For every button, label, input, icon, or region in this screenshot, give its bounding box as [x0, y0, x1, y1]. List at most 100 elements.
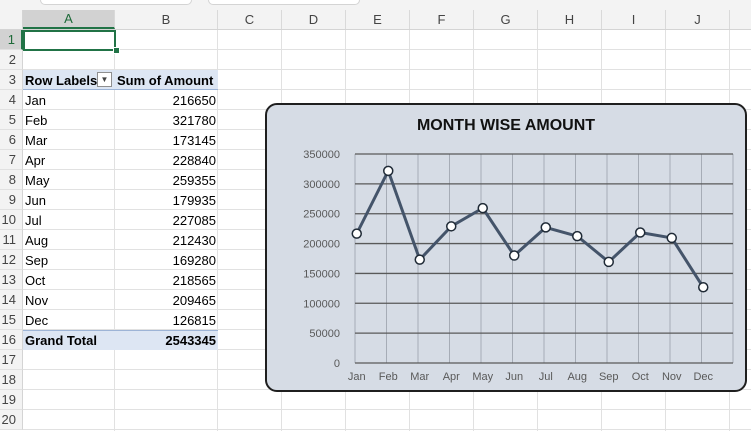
row-labels-filter-button[interactable]: ▼: [97, 72, 112, 87]
pivot-row-label[interactable]: Dec: [25, 310, 48, 330]
row-header-20[interactable]: 20: [0, 410, 23, 430]
row-header-17[interactable]: 17: [0, 350, 23, 370]
pivot-row-value[interactable]: 216650: [117, 90, 216, 110]
chart-data-point: [351, 228, 362, 239]
column-header-h[interactable]: H: [538, 10, 602, 29]
pivot-row-label[interactable]: Jul: [25, 210, 42, 230]
pivot-row-label[interactable]: Mar: [25, 130, 47, 150]
row-header-6[interactable]: 6: [0, 130, 23, 150]
pivot-row-value[interactable]: 126815: [117, 310, 216, 330]
gridline-horizontal: [23, 49, 751, 50]
y-axis-tick-label: 150000: [303, 268, 340, 280]
sheet-tab-edge: [40, 0, 192, 5]
line-chart[interactable]: MONTH WISE AMOUNT 350000 300000 250000 2000…: [265, 103, 747, 392]
pivot-row-value[interactable]: 228840: [117, 150, 216, 170]
row-header-14[interactable]: 14: [0, 290, 23, 310]
pivot-row-labels-header[interactable]: Row Labels: [25, 70, 97, 90]
chart-data-point: [698, 282, 709, 293]
column-header-b[interactable]: B: [115, 10, 218, 29]
chart-data-point: [477, 202, 488, 214]
row-header-13[interactable]: 13: [0, 270, 23, 290]
row-header-15[interactable]: 15: [0, 310, 23, 330]
chart-data-point: [603, 256, 614, 268]
chart-data-point: [540, 222, 551, 233]
column-header-e[interactable]: E: [346, 10, 410, 29]
sheet-tab-edge: [208, 0, 360, 5]
column-header-d[interactable]: D: [282, 10, 346, 29]
pivot-row-value[interactable]: 212430: [117, 230, 216, 250]
pivot-row-value[interactable]: 173145: [117, 130, 216, 150]
row-header-12[interactable]: 12: [0, 250, 23, 270]
column-header-g[interactable]: G: [474, 10, 538, 29]
pivot-row-label[interactable]: Oct: [25, 270, 45, 290]
x-axis-tick-label: Mar: [410, 371, 429, 383]
pivot-row-value[interactable]: 321780: [117, 110, 216, 130]
select-all-corner[interactable]: [0, 10, 23, 30]
pivot-row-label[interactable]: Jan: [25, 90, 46, 110]
x-axis-tick-label: Feb: [379, 371, 398, 383]
row-header-9[interactable]: 9: [0, 190, 23, 210]
column-header-j[interactable]: J: [666, 10, 730, 29]
dropdown-arrow-icon: ▼: [100, 75, 109, 84]
column-header-a[interactable]: A: [23, 10, 115, 29]
y-axis-tick-label: 250000: [303, 209, 340, 221]
row-header-19[interactable]: 19: [0, 390, 23, 410]
pivot-row-label[interactable]: Apr: [25, 150, 45, 170]
y-axis-tick-label: 350000: [303, 149, 340, 161]
y-axis-tick-label: 0: [334, 358, 340, 370]
pivot-row-label[interactable]: Nov: [25, 290, 48, 310]
pivot-row-value[interactable]: 259355: [117, 170, 216, 190]
grand-total-label[interactable]: Grand Total: [25, 330, 97, 350]
row-header-8[interactable]: 8: [0, 170, 23, 190]
pivot-row-label[interactable]: Jun: [25, 190, 46, 210]
grand-total-value[interactable]: 2543345: [117, 330, 216, 350]
row-header-18[interactable]: 18: [0, 370, 23, 390]
pivot-row-value[interactable]: 209465: [117, 290, 216, 310]
row-header-10[interactable]: 10: [0, 210, 23, 230]
row-header-4[interactable]: 4: [0, 90, 23, 110]
row-header-3[interactable]: 3: [0, 70, 23, 90]
pivot-row-value[interactable]: 179935: [117, 190, 216, 210]
x-axis-tick-label: Dec: [693, 371, 713, 383]
chart-data-point: [509, 250, 520, 261]
row-header-5[interactable]: 5: [0, 110, 23, 130]
row-header-1[interactable]: 1: [0, 30, 23, 50]
gridline-vertical: [114, 30, 115, 431]
pivot-row-value[interactable]: 227085: [117, 210, 216, 230]
column-header-c[interactable]: C: [218, 10, 282, 29]
pivot-row-label[interactable]: Feb: [25, 110, 47, 130]
gridline-horizontal: [23, 409, 751, 410]
pivot-sum-header[interactable]: Sum of Amount: [117, 70, 213, 90]
x-axis-tick-label: Jul: [539, 371, 553, 383]
gridline-horizontal: [23, 429, 751, 430]
chart-data-point: [446, 221, 457, 232]
x-axis-tick-label: Nov: [662, 371, 682, 383]
y-axis-tick-label: 100000: [303, 298, 340, 310]
row-header-7[interactable]: 7: [0, 150, 23, 170]
pivot-row-label[interactable]: May: [25, 170, 50, 190]
y-axis-tick-label: 200000: [303, 239, 340, 251]
x-axis-tick-label: Apr: [443, 371, 460, 383]
column-header-f[interactable]: F: [410, 10, 474, 29]
pivot-row-value[interactable]: 218565: [117, 270, 216, 290]
row-header-2[interactable]: 2: [0, 50, 23, 70]
gridline-vertical: [217, 30, 218, 431]
selected-cell-a1[interactable]: [23, 30, 116, 51]
pivot-row-value[interactable]: 169280: [117, 250, 216, 270]
x-axis-tick-label: Aug: [567, 371, 587, 383]
chart-data-point: [666, 232, 677, 244]
y-axis-tick-label: 300000: [303, 179, 340, 191]
chart-series-line: [355, 169, 705, 289]
column-header-i[interactable]: I: [602, 10, 666, 29]
pivot-row-label[interactable]: Aug: [25, 230, 48, 250]
pivot-row-label[interactable]: Sep: [25, 250, 48, 270]
x-axis-tick-label: Jun: [505, 371, 523, 383]
chart-data-point: [635, 227, 646, 238]
x-axis-tick-label: Jan: [348, 371, 366, 383]
chart-data-point: [383, 165, 394, 177]
chart-plot: 350000 300000 250000 200000 150000 100000 5000…: [303, 149, 734, 383]
row-header-16[interactable]: 16: [0, 330, 23, 350]
fill-handle[interactable]: [113, 47, 120, 54]
chart-data-point: [414, 254, 425, 265]
row-header-11[interactable]: 11: [0, 230, 23, 250]
